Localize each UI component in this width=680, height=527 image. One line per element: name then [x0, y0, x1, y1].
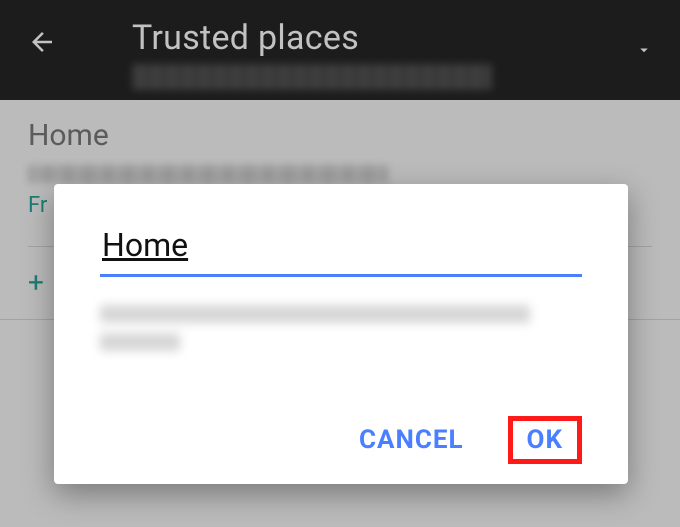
address-line-2-redacted [100, 333, 180, 351]
place-name-input[interactable] [100, 226, 582, 277]
place-address-redacted [100, 305, 582, 351]
screen: Trusted places Home Fr + CANCEL OK [0, 0, 680, 527]
cancel-button[interactable]: CANCEL [345, 417, 478, 463]
address-line-1-redacted [100, 305, 530, 323]
rename-dialog: CANCEL OK [54, 184, 628, 484]
ok-button[interactable]: OK [508, 416, 582, 464]
dialog-button-row: CANCEL OK [100, 416, 582, 484]
name-input-container [100, 226, 582, 277]
